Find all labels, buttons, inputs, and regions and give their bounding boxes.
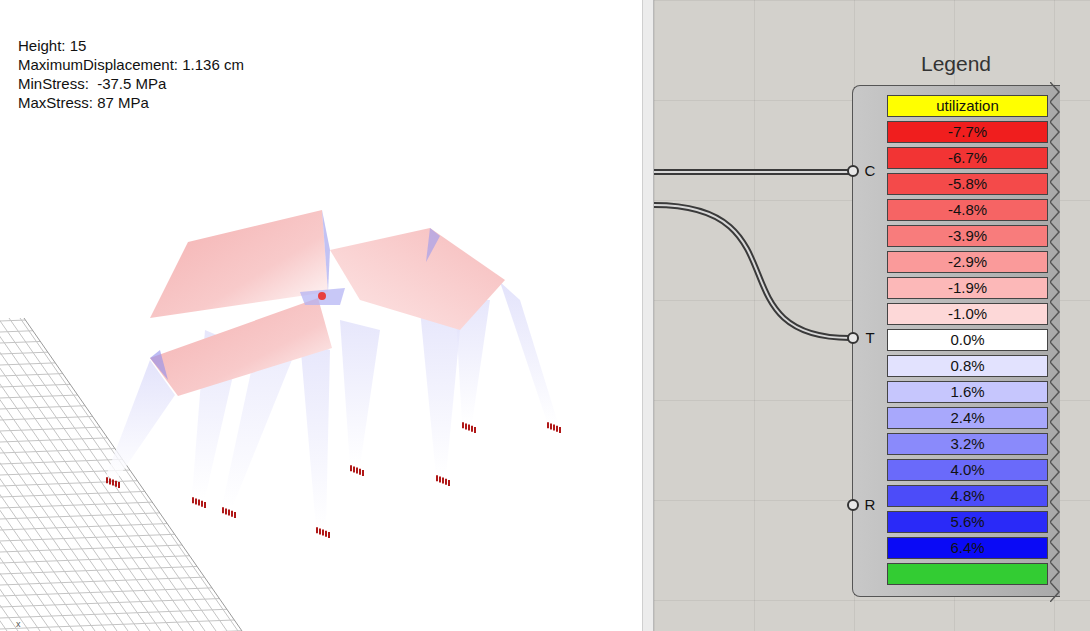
legend-item: 2.4%	[887, 407, 1048, 429]
stat-line: MaxStress: 87 MPa	[18, 93, 244, 112]
legend-item: -3.9%	[887, 225, 1048, 247]
input-param[interactable]: R	[853, 492, 887, 516]
legend-items: utilization -7.7% -6.7% -5.8% -4.8% -3.9% -2.9…	[887, 86, 1048, 596]
legend-item: -5.8%	[887, 173, 1048, 195]
legend-component[interactable]: C T Rutilization -7.7% -6.7% -5.8% -4.8% -3.9% -…	[852, 85, 1060, 597]
legend-item: 4.0%	[887, 459, 1048, 481]
legs	[106, 282, 558, 528]
legend-item: -1.0%	[887, 303, 1048, 325]
legend-item: 4.8%	[887, 485, 1048, 507]
screen: Height: 15MaximumDisplacement: 1.136 cmM…	[0, 0, 1090, 631]
stat-line: MaximumDisplacement: 1.136 cm	[18, 55, 244, 74]
grasshopper-canvas[interactable]: Legend C T Rutilization -7.7% -6.7% -5.8% -4.8%…	[654, 0, 1090, 631]
legend-item	[887, 563, 1048, 585]
legend-item: -2.9%	[887, 251, 1048, 273]
legend-item: -1.9%	[887, 277, 1048, 299]
input-param[interactable]: T	[853, 325, 887, 349]
legend-item: 0.0%	[887, 329, 1048, 351]
supports	[107, 422, 560, 538]
input-grip-icon[interactable]	[847, 165, 859, 177]
stat-line: MinStress: -37.5 MPa	[18, 74, 244, 93]
legend-item: 1.6%	[887, 381, 1048, 403]
axis-label: x	[16, 619, 21, 629]
input-param[interactable]: C	[853, 158, 887, 182]
analysis-stats: Height: 15MaximumDisplacement: 1.136 cmM…	[18, 36, 244, 112]
legend-item: 3.2%	[887, 433, 1048, 455]
legend-item: 0.8%	[887, 355, 1048, 377]
input-column: C T R	[853, 86, 887, 596]
legend-item: 6.4%	[887, 537, 1048, 559]
legend-item: -7.7%	[887, 121, 1048, 143]
legend-item: -4.8%	[887, 199, 1048, 221]
panel-splitter[interactable]	[642, 0, 654, 631]
legend-item: utilization	[887, 95, 1048, 117]
rhino-viewport[interactable]: Height: 15MaximumDisplacement: 1.136 cmM…	[0, 0, 642, 631]
roof-panels	[150, 210, 505, 396]
input-grip-icon[interactable]	[847, 332, 859, 344]
zigzag-edge-icon	[1050, 82, 1062, 602]
legend-item: -6.7%	[887, 147, 1048, 169]
legend-item: 5.6%	[887, 511, 1048, 533]
stat-line: Height: 15	[18, 36, 244, 55]
input-grip-icon[interactable]	[847, 499, 859, 511]
legend-title: Legend	[852, 52, 1060, 76]
